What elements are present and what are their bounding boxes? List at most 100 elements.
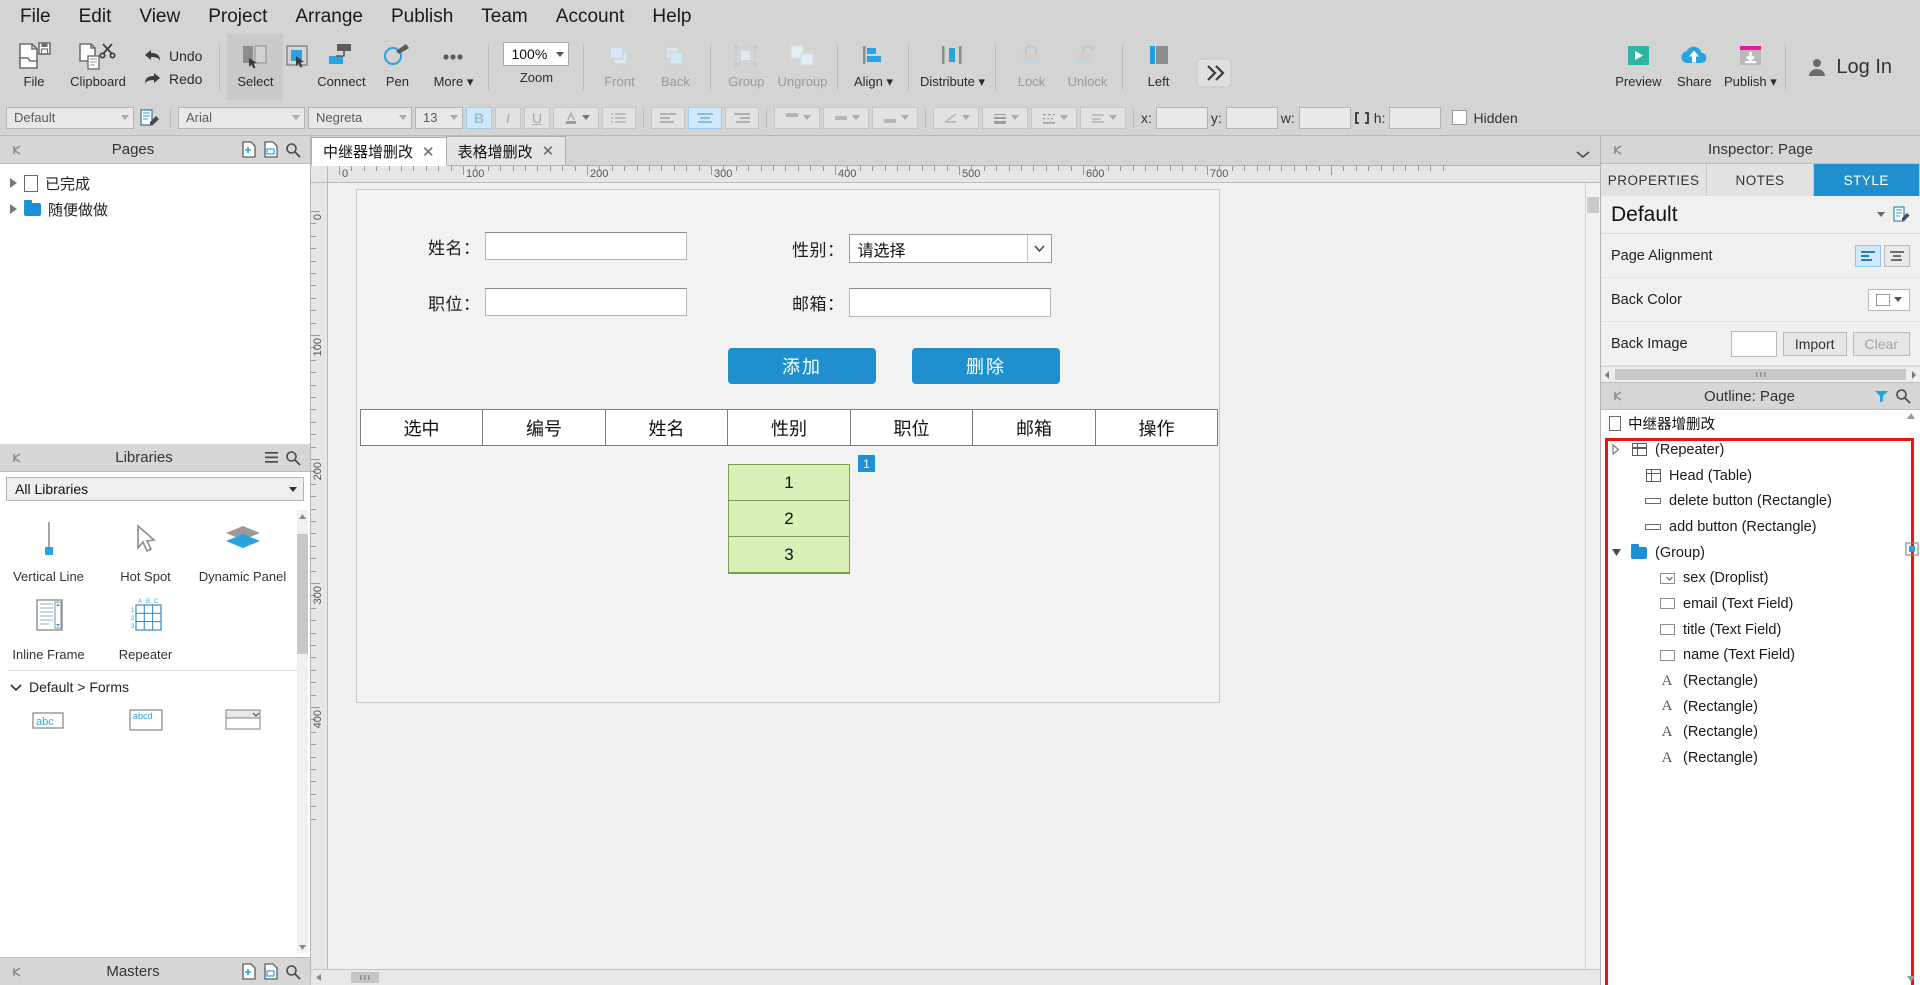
lock-aspect-icon[interactable] — [1354, 111, 1370, 125]
border-style-button[interactable] — [933, 106, 979, 129]
library-widget-dynamic-panel[interactable]: Dynamic Panel — [194, 510, 291, 588]
scrollbar-thumb[interactable] — [1587, 197, 1599, 213]
search-icon[interactable] — [282, 961, 304, 983]
library-select[interactable]: All Libraries — [6, 477, 304, 501]
outline-scrollbar[interactable] — [1905, 412, 1919, 983]
toolbar-front-button[interactable]: Front — [591, 34, 647, 100]
tab-table-crud[interactable]: 表格增删改 ✕ — [445, 136, 567, 165]
menu-publish[interactable]: Publish — [377, 4, 467, 30]
sex-droplist[interactable]: 请选择 — [848, 234, 1052, 263]
expander-triangle-icon[interactable] — [10, 178, 17, 188]
font-family-select[interactable]: Arial — [178, 106, 305, 129]
outline-root-item[interactable]: 中继器增删改 — [1601, 410, 1920, 437]
repeater-row[interactable]: 1 — [729, 465, 849, 501]
collapse-arrow-icon[interactable] — [1607, 139, 1629, 161]
add-page-icon[interactable] — [238, 139, 260, 161]
collapse-arrow-icon[interactable] — [6, 447, 28, 469]
undo-button[interactable]: Undo — [144, 48, 202, 64]
underline-button[interactable]: U — [524, 106, 550, 129]
zoom-combobox[interactable]: 100% — [503, 42, 570, 66]
align-left-button[interactable] — [1855, 244, 1881, 267]
libraries-scrollbar[interactable] — [297, 510, 308, 953]
library-widget-text-field[interactable]: abc — [0, 699, 97, 745]
scroll-left-arrow-icon[interactable] — [311, 973, 325, 982]
toolbar-select-dropdown[interactable] — [283, 34, 313, 100]
back-color-picker[interactable] — [1868, 288, 1910, 311]
tab-overflow-icon[interactable] — [1576, 150, 1590, 159]
menu-project[interactable]: Project — [194, 4, 281, 30]
delete-button[interactable]: 删除 — [912, 348, 1060, 384]
search-icon[interactable] — [1892, 385, 1914, 407]
vertical-align-bottom-button[interactable] — [872, 106, 918, 129]
toolbar-clipboard-button[interactable]: Clipboard — [62, 34, 134, 100]
style-preset-select[interactable]: Default — [6, 106, 134, 129]
library-widget-droplist[interactable] — [194, 699, 291, 745]
toolbar-back-button[interactable]: Back — [647, 34, 703, 100]
close-icon[interactable]: ✕ — [542, 142, 555, 160]
add-master-icon[interactable] — [238, 961, 260, 983]
scroll-right-arrow-icon[interactable] — [1910, 370, 1918, 380]
y-input[interactable] — [1225, 106, 1278, 129]
toolbar-left-button[interactable]: Left — [1130, 34, 1186, 100]
font-color-button[interactable] — [553, 106, 599, 129]
font-size-select[interactable]: 13 — [415, 106, 463, 129]
login-button[interactable]: Log In — [1793, 34, 1914, 100]
scroll-up-arrow-icon[interactable] — [1906, 412, 1916, 420]
toolbar-group-button[interactable]: Group — [718, 34, 774, 100]
menu-account[interactable]: Account — [542, 4, 639, 30]
scroll-down-arrow-icon[interactable] — [1906, 975, 1916, 983]
menu-view[interactable]: View — [125, 4, 194, 30]
tab-properties[interactable]: PROPERTIES — [1601, 164, 1708, 196]
hidden-checkbox[interactable] — [1452, 110, 1468, 125]
tab-repeater-crud[interactable]: 中继器增删改 ✕ — [311, 137, 447, 166]
line-weight-button[interactable] — [982, 106, 1028, 129]
toolbar-file-button[interactable]: File — [6, 34, 62, 100]
menu-file[interactable]: File — [6, 4, 65, 30]
align-right-button[interactable] — [725, 106, 759, 129]
edit-style-icon[interactable] — [1893, 205, 1910, 224]
library-section-forms[interactable]: Default > Forms — [0, 671, 310, 699]
tab-style[interactable]: STYLE — [1813, 164, 1920, 196]
collapse-arrow-icon[interactable] — [1607, 385, 1629, 407]
menu-help[interactable]: Help — [638, 4, 705, 30]
line-dash-button[interactable] — [1031, 106, 1077, 129]
library-widget-repeater[interactable]: ABC 1 2 3 Repeater — [97, 588, 194, 666]
pages-tree-item[interactable]: 随便做做 — [0, 196, 310, 222]
arrow-style-button[interactable] — [1080, 106, 1126, 129]
back-image-preview[interactable] — [1730, 330, 1777, 357]
filter-icon[interactable] — [1870, 385, 1892, 407]
vertical-align-button[interactable] — [774, 106, 820, 129]
align-center-button[interactable] — [1884, 244, 1910, 267]
search-icon[interactable] — [282, 139, 304, 161]
library-widget-text-area[interactable]: abcd — [97, 699, 194, 745]
library-widget-inline-frame[interactable]: Inline Frame — [0, 588, 97, 666]
canvas-viewport[interactable]: 姓名： 性别： 请选择 职位： 邮箱： 添加 删除 选中 编号 姓名 性别 职位… — [328, 183, 1600, 969]
edit-style-button[interactable] — [137, 107, 163, 129]
import-button[interactable]: Import — [1782, 331, 1847, 356]
bold-button[interactable]: B — [466, 106, 492, 129]
chevron-down-icon[interactable] — [1877, 212, 1885, 217]
expander-triangle-icon[interactable] — [10, 204, 17, 214]
h-input[interactable] — [1389, 106, 1442, 129]
list-button[interactable] — [602, 106, 636, 129]
italic-button[interactable]: I — [495, 106, 521, 129]
page-canvas[interactable]: 姓名： 性别： 请选择 职位： 邮箱： 添加 删除 选中 编号 姓名 性别 职位… — [356, 189, 1220, 703]
menu-arrange[interactable]: Arrange — [281, 4, 377, 30]
menu-edit[interactable]: Edit — [65, 4, 126, 30]
toolbar-connect-button[interactable]: Connect — [313, 34, 369, 100]
add-master-folder-icon[interactable] — [260, 961, 282, 983]
toolbar-pen-button[interactable]: Pen — [369, 34, 425, 100]
title-field-input[interactable] — [484, 288, 687, 316]
vertical-align-middle-button[interactable] — [823, 106, 869, 129]
email-field-input[interactable] — [848, 288, 1051, 317]
add-folder-icon[interactable] — [260, 139, 282, 161]
head-table[interactable]: 选中 编号 姓名 性别 职位 邮箱 操作 — [360, 409, 1218, 446]
scroll-down-arrow-icon[interactable] — [297, 941, 308, 953]
align-left-button[interactable] — [651, 106, 685, 129]
toolbar-preview-button[interactable]: Preview — [1610, 34, 1666, 100]
toolbar-ungroup-button[interactable]: Ungroup — [774, 34, 830, 100]
scrollbar-thumb[interactable] — [351, 972, 379, 983]
outline-side-button[interactable] — [1905, 542, 1919, 556]
toolbar-lock-button[interactable]: Lock — [1003, 34, 1059, 100]
scroll-up-arrow-icon[interactable] — [297, 510, 308, 522]
